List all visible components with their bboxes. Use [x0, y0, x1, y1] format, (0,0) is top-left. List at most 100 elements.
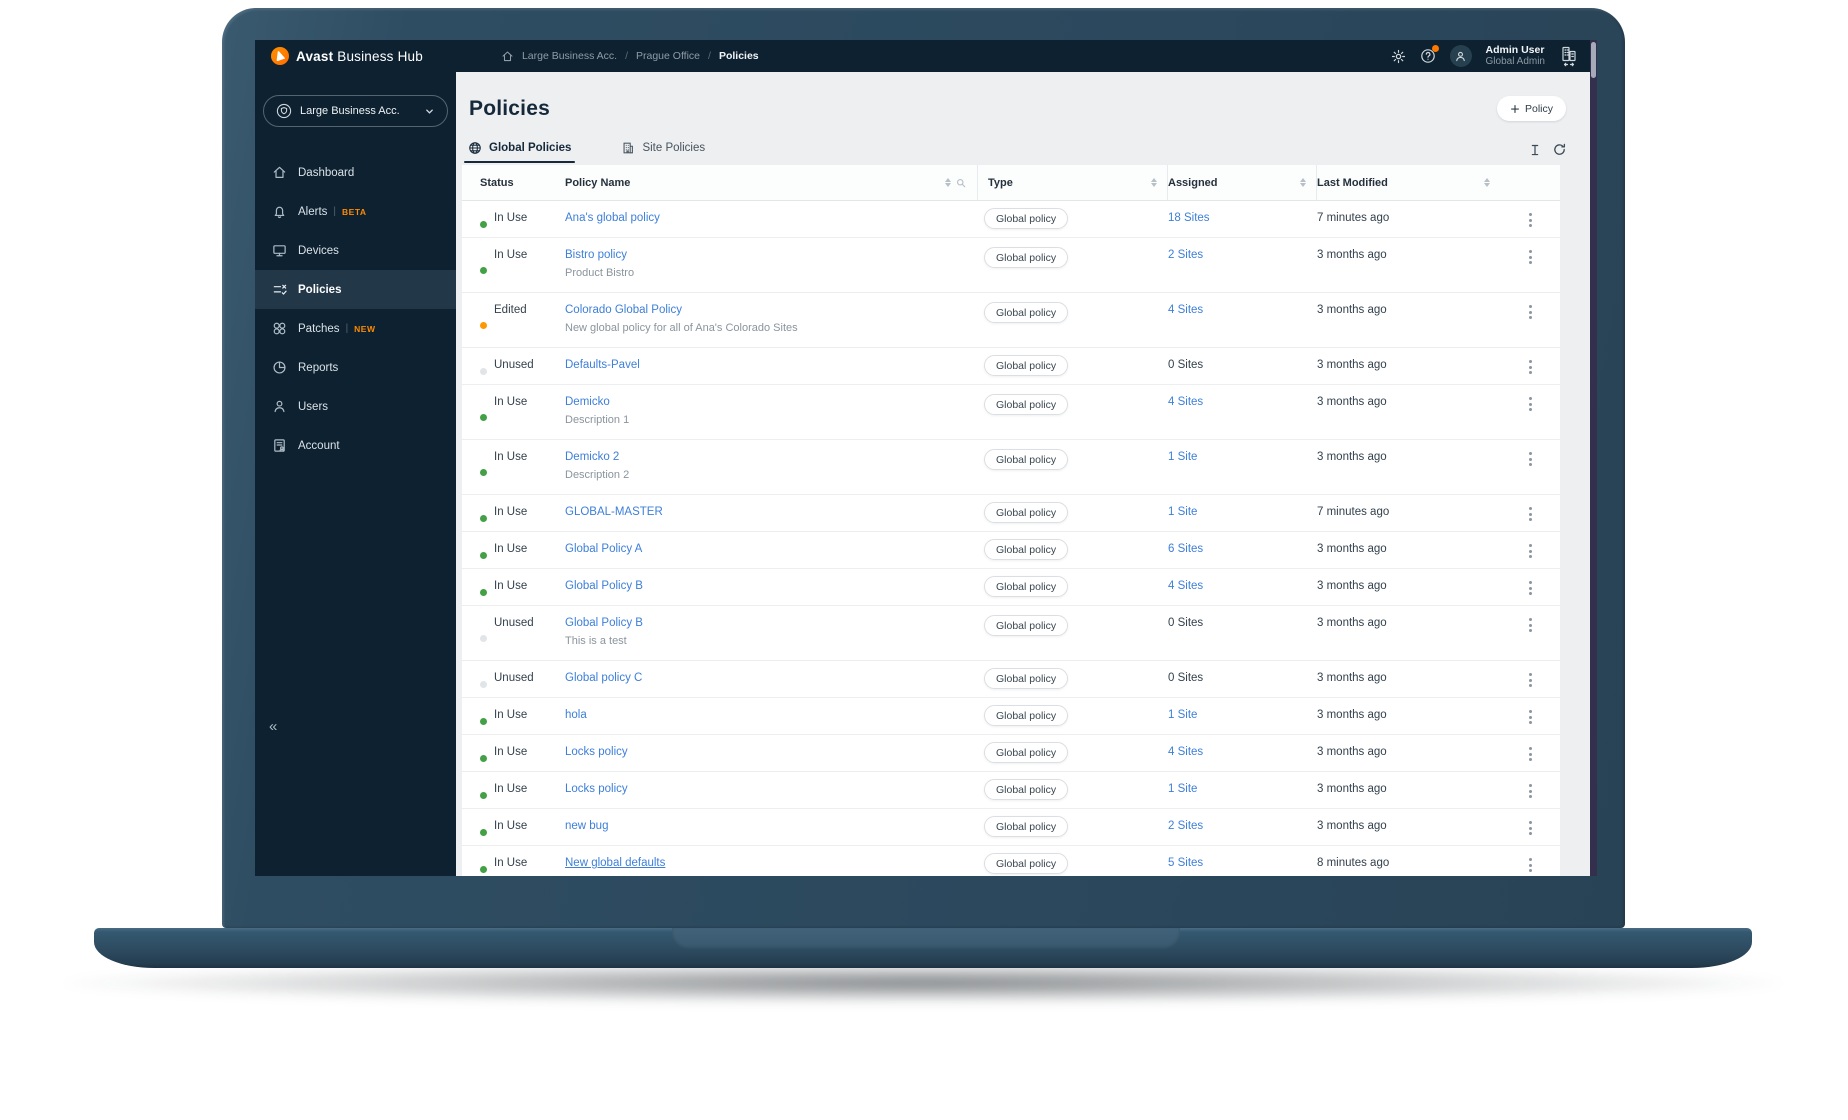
row-menu-button[interactable]: [1519, 672, 1541, 688]
sort-icon[interactable]: [1484, 178, 1490, 187]
policy-name-link[interactable]: Global Policy B: [565, 580, 643, 592]
row-menu-button[interactable]: [1519, 304, 1541, 320]
policy-name-link[interactable]: new bug: [565, 820, 608, 832]
assigned-sites-link[interactable]: 4 Sites: [1168, 580, 1203, 592]
policy-name-link[interactable]: Demicko 2: [565, 451, 619, 463]
page-title: Policies: [469, 96, 550, 120]
row-menu-button[interactable]: [1519, 359, 1541, 375]
tab-global-policies[interactable]: Global Policies: [464, 141, 576, 163]
actions-cell: [1500, 440, 1560, 494]
add-policy-button[interactable]: Policy: [1496, 96, 1566, 121]
policy-name-link[interactable]: Global Policy A: [565, 543, 642, 555]
policy-name-link[interactable]: Global policy C: [565, 672, 642, 684]
row-menu-button[interactable]: [1519, 543, 1541, 559]
policy-name-link[interactable]: Ana's global policy: [565, 212, 660, 224]
sidebar-item-patches[interactable]: Patches | NEW: [255, 309, 456, 348]
user-avatar[interactable]: [1449, 45, 1472, 67]
row-menu-button[interactable]: [1519, 451, 1541, 467]
bell-icon: [272, 204, 287, 219]
breadcrumb-current: Policies: [718, 50, 759, 62]
assigned-cell: 1 Site: [1168, 495, 1317, 531]
assigned-sites-link[interactable]: 5 Sites: [1168, 857, 1203, 869]
assigned-sites-link[interactable]: 4 Sites: [1168, 396, 1203, 408]
sort-icon[interactable]: [1300, 178, 1306, 187]
user-menu[interactable]: Admin User Global Admin: [1486, 44, 1545, 68]
policy-name-cell: Demicko 2 Description 2: [565, 440, 978, 494]
text-cursor-icon[interactable]: [1528, 143, 1542, 157]
row-menu-button[interactable]: [1519, 580, 1541, 596]
sort-icon[interactable]: [1151, 178, 1157, 187]
policy-name-link[interactable]: New global defaults: [565, 857, 665, 869]
app-scrollbar[interactable]: [1590, 40, 1597, 876]
chevron-down-icon: [424, 106, 435, 117]
row-menu-button[interactable]: [1519, 709, 1541, 725]
actions-cell: [1500, 293, 1560, 347]
row-menu-button[interactable]: [1519, 506, 1541, 522]
policy-row: In Use Bistro policy Product Bistro Global …: [462, 238, 1560, 293]
assigned-sites-link[interactable]: 4 Sites: [1168, 746, 1203, 758]
row-menu-button[interactable]: [1519, 857, 1541, 873]
policy-type-badge: Global policy: [984, 394, 1069, 415]
row-menu-button[interactable]: [1519, 820, 1541, 836]
policy-name-link[interactable]: hola: [565, 709, 587, 721]
policy-name-link[interactable]: Bistro policy: [565, 249, 627, 261]
row-menu-button[interactable]: [1519, 617, 1541, 633]
assigned-sites-link[interactable]: 1 Site: [1168, 451, 1197, 463]
policy-name-cell: Bistro policy Product Bistro: [565, 238, 978, 292]
home-icon[interactable]: [501, 50, 514, 63]
assigned-cell: 4 Sites: [1168, 569, 1317, 605]
row-menu-button[interactable]: [1519, 249, 1541, 265]
scrollbar-thumb[interactable]: [1591, 42, 1596, 78]
row-menu-button[interactable]: [1519, 212, 1541, 228]
assigned-sites-link[interactable]: 1 Site: [1168, 506, 1197, 518]
sidebar-item-devices[interactable]: Devices: [255, 231, 456, 270]
sidebar-item-reports[interactable]: Reports: [255, 348, 456, 387]
table-header: Status Policy Name Type Assigned Last Mo…: [462, 165, 1560, 201]
sidebar-item-account[interactable]: Account: [255, 426, 456, 465]
actions-cell: [1500, 809, 1560, 845]
assigned-sites-link[interactable]: 18 Sites: [1168, 212, 1210, 224]
policy-name-link[interactable]: Demicko: [565, 396, 610, 408]
refresh-icon[interactable]: [1552, 142, 1567, 157]
sidebar-item-dashboard[interactable]: Dashboard: [255, 153, 456, 192]
assigned-sites-link[interactable]: 2 Sites: [1168, 249, 1203, 261]
row-menu-button[interactable]: [1519, 783, 1541, 799]
breadcrumb-item-site[interactable]: Prague Office: [636, 50, 700, 62]
column-header-type[interactable]: Type: [978, 165, 1168, 200]
policy-name-link[interactable]: GLOBAL-MASTER: [565, 506, 663, 518]
row-menu-button[interactable]: [1519, 746, 1541, 762]
assigned-sites-link[interactable]: 6 Sites: [1168, 543, 1203, 555]
help-icon[interactable]: [1420, 45, 1439, 64]
sidebar-collapse-button[interactable]: «: [269, 718, 277, 735]
breadcrumb-item-account[interactable]: Large Business Acc.: [522, 50, 617, 62]
policy-name-link[interactable]: Global Policy B: [565, 617, 643, 629]
status-label: Unused: [494, 672, 534, 684]
column-header-policy-name[interactable]: Policy Name: [565, 165, 978, 200]
last-modified-value: 3 months ago: [1317, 396, 1387, 408]
assigned-sites-link[interactable]: 4 Sites: [1168, 304, 1203, 316]
settings-gear-icon[interactable]: [1391, 49, 1406, 64]
tab-label: Global Policies: [489, 142, 572, 154]
sidebar-item-alerts[interactable]: Alerts | BETA: [255, 192, 456, 231]
policy-name-link[interactable]: Locks policy: [565, 746, 628, 758]
assigned-sites-link[interactable]: 1 Site: [1168, 783, 1197, 795]
status-cell: Unused: [462, 661, 565, 697]
policy-name-link[interactable]: Defaults-Pavel: [565, 359, 640, 371]
tab-site-policies[interactable]: Site Policies: [617, 141, 709, 163]
company-switcher-icon[interactable]: [1559, 45, 1579, 67]
row-menu-button[interactable]: [1519, 396, 1541, 412]
status-dot: [480, 717, 487, 725]
search-icon[interactable]: [955, 177, 967, 189]
policy-name-link[interactable]: Locks policy: [565, 783, 628, 795]
policy-type-badge: Global policy: [984, 208, 1069, 229]
policy-name-link[interactable]: Colorado Global Policy: [565, 304, 682, 316]
column-header-last-modified[interactable]: Last Modified: [1317, 165, 1500, 200]
assigned-sites-link[interactable]: 1 Site: [1168, 709, 1197, 721]
column-header-assigned[interactable]: Assigned: [1168, 165, 1317, 200]
sidebar-item-policies[interactable]: Policies: [255, 270, 456, 309]
column-header-status[interactable]: Status: [462, 165, 565, 200]
assigned-sites-link[interactable]: 2 Sites: [1168, 820, 1203, 832]
account-switcher[interactable]: Large Business Acc.: [263, 95, 448, 127]
sidebar-item-users[interactable]: Users: [255, 387, 456, 426]
sort-icon[interactable]: [945, 178, 951, 187]
